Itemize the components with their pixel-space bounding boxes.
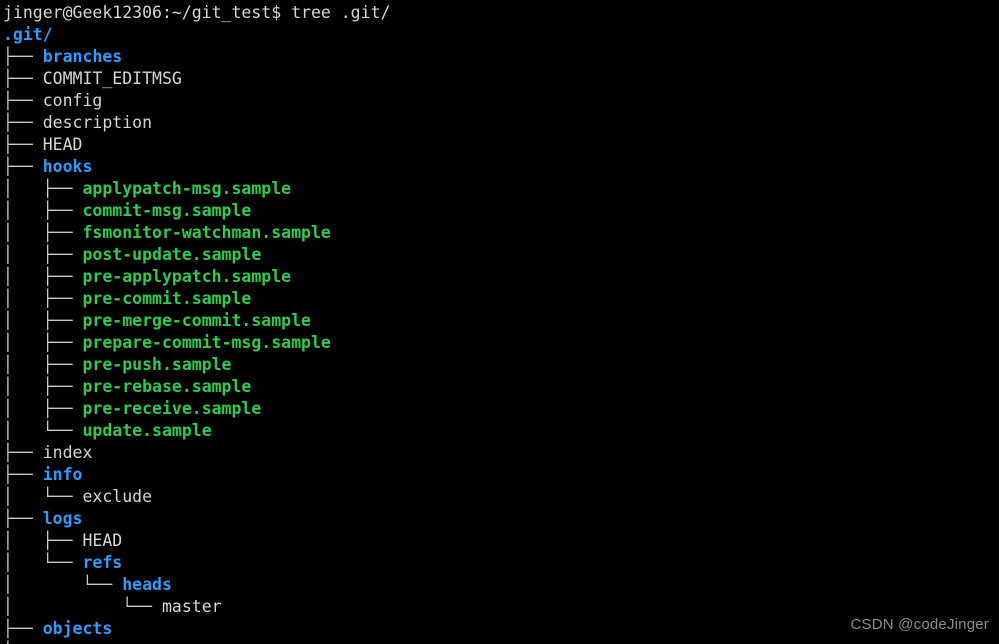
tree-branch-connector: │ ├── [3, 311, 83, 330]
tree-file-name: HEAD [42, 135, 83, 154]
tree-branch-connector: ├── [3, 135, 43, 154]
prompt-text: jinger@Geek12306:~/git_test$ tree .git/ [3, 3, 391, 22]
tree-row: │ ├── post-update.sample [3, 244, 390, 266]
tree-file-name: COMMIT_EDITMSG [42, 69, 182, 88]
tree-branch-connector: │ ├── [3, 201, 83, 220]
tree-row: │ ├── pre-applypatch.sample [3, 266, 390, 288]
tree-row: │ └── update.sample [3, 420, 390, 442]
tree-branch-connector: │ ├── [3, 245, 83, 264]
tree-branch-connector: │ ├── [3, 399, 83, 418]
tree-branch-connector: ├── [3, 509, 43, 528]
tree-branch-connector: │ └── [3, 575, 123, 594]
tree-executable-name: pre-push.sample [82, 355, 232, 374]
terminal-window[interactable]: jinger@Geek12306:~/git_test$ tree .git/.… [0, 0, 999, 644]
tree-branch-connector: │ ├── [3, 377, 83, 396]
tree-file-name: master [161, 597, 222, 616]
tree-executable-name: pre-commit.sample [82, 289, 252, 308]
tree-branch-connector: │ └── [3, 597, 162, 616]
tree-row: ├── HEAD [3, 134, 390, 156]
shell-prompt-line: jinger@Geek12306:~/git_test$ tree .git/ [3, 2, 390, 24]
tree-file-name: HEAD [82, 531, 123, 550]
tree-executable-name: pre-merge-commit.sample [82, 311, 311, 330]
tree-row: ├── description [3, 112, 390, 134]
tree-executable-name: commit-msg.sample [82, 201, 252, 220]
tree-row: │ ├── HEAD [3, 530, 390, 552]
tree-row: │ [3, 640, 390, 644]
tree-branch-connector: │ ├── [3, 179, 83, 198]
tree-branch-connector: │ ├── [3, 267, 83, 286]
tree-row: ├── hooks [3, 156, 390, 178]
tree-directory-name: refs [82, 553, 123, 572]
tree-branch-connector: │ ├── [3, 355, 83, 374]
tree-executable-name: pre-rebase.sample [82, 377, 252, 396]
csdn-watermark: CSDN @codeJinger [850, 616, 989, 633]
tree-directory-name: objects [42, 619, 113, 638]
tree-directory-name: info [42, 465, 83, 484]
tree-row: │ └── refs [3, 552, 390, 574]
tree-branch-connector: │ ├── [3, 223, 83, 242]
tree-row: │ ├── pre-merge-commit.sample [3, 310, 390, 332]
tree-row: │ ├── applypatch-msg.sample [3, 178, 390, 200]
tree-row: │ ├── commit-msg.sample [3, 200, 390, 222]
tree-row: ├── config [3, 90, 390, 112]
tree-row: │ ├── fsmonitor-watchman.sample [3, 222, 390, 244]
tree-row: ├── branches [3, 46, 390, 68]
tree-executable-name: fsmonitor-watchman.sample [82, 223, 331, 242]
tree-branch-connector: ├── [3, 69, 43, 88]
tree-row: │ ├── pre-push.sample [3, 354, 390, 376]
tree-branch-connector: ├── [3, 91, 43, 110]
tree-row: .git/ [3, 24, 390, 46]
tree-executable-name: pre-receive.sample [82, 399, 262, 418]
tree-row: ├── logs [3, 508, 390, 530]
tree-executable-name: post-update.sample [82, 245, 262, 264]
tree-row: │ ├── pre-commit.sample [3, 288, 390, 310]
tree-executable-name: pre-applypatch.sample [82, 267, 292, 286]
tree-row: │ ├── prepare-commit-msg.sample [3, 332, 390, 354]
tree-directory-name: .git/ [3, 25, 53, 44]
tree-branch-connector: │ └── [3, 421, 83, 440]
tree-row: │ └── exclude [3, 486, 390, 508]
tree-branch-connector: ├── [3, 113, 43, 132]
tree-executable-name: update.sample [82, 421, 212, 440]
tree-directory-name: heads [122, 575, 172, 594]
terminal-output: jinger@Geek12306:~/git_test$ tree .git/.… [3, 2, 390, 644]
tree-directory-name: logs [42, 509, 83, 528]
tree-row: │ └── master [3, 596, 390, 618]
tree-branch-connector: ├── [3, 443, 43, 462]
tree-row: ├── COMMIT_EDITMSG [3, 68, 390, 90]
tree-row: ├── info [3, 464, 390, 486]
tree-executable-name: prepare-commit-msg.sample [82, 333, 331, 352]
tree-file-name: exclude [82, 487, 153, 506]
tree-branch-connector: ├── [3, 619, 43, 638]
tree-branch-connector: │ ├── [3, 531, 83, 550]
tree-branch-connector: ├── [3, 465, 43, 484]
tree-row: ├── objects [3, 618, 390, 640]
tree-directory-name: hooks [42, 157, 93, 176]
tree-file-name: index [42, 443, 93, 462]
tree-executable-name: applypatch-msg.sample [82, 179, 292, 198]
tree-branch-connector: │ └── [3, 553, 83, 572]
tree-branch-connector: │ ├── [3, 289, 83, 308]
tree-directory-name: branches [42, 47, 123, 66]
tree-row: │ ├── pre-rebase.sample [3, 376, 390, 398]
tree-row: ├── index [3, 442, 390, 464]
tree-branch-connector: ├── [3, 47, 43, 66]
tree-file-name: config [42, 91, 103, 110]
tree-row: │ ├── pre-receive.sample [3, 398, 390, 420]
tree-row: │ └── heads [3, 574, 390, 596]
tree-branch-connector: │ ├── [3, 333, 83, 352]
tree-branch-connector: ├── [3, 157, 43, 176]
tree-file-name: description [42, 113, 153, 132]
tree-branch-connector: │ └── [3, 487, 83, 506]
